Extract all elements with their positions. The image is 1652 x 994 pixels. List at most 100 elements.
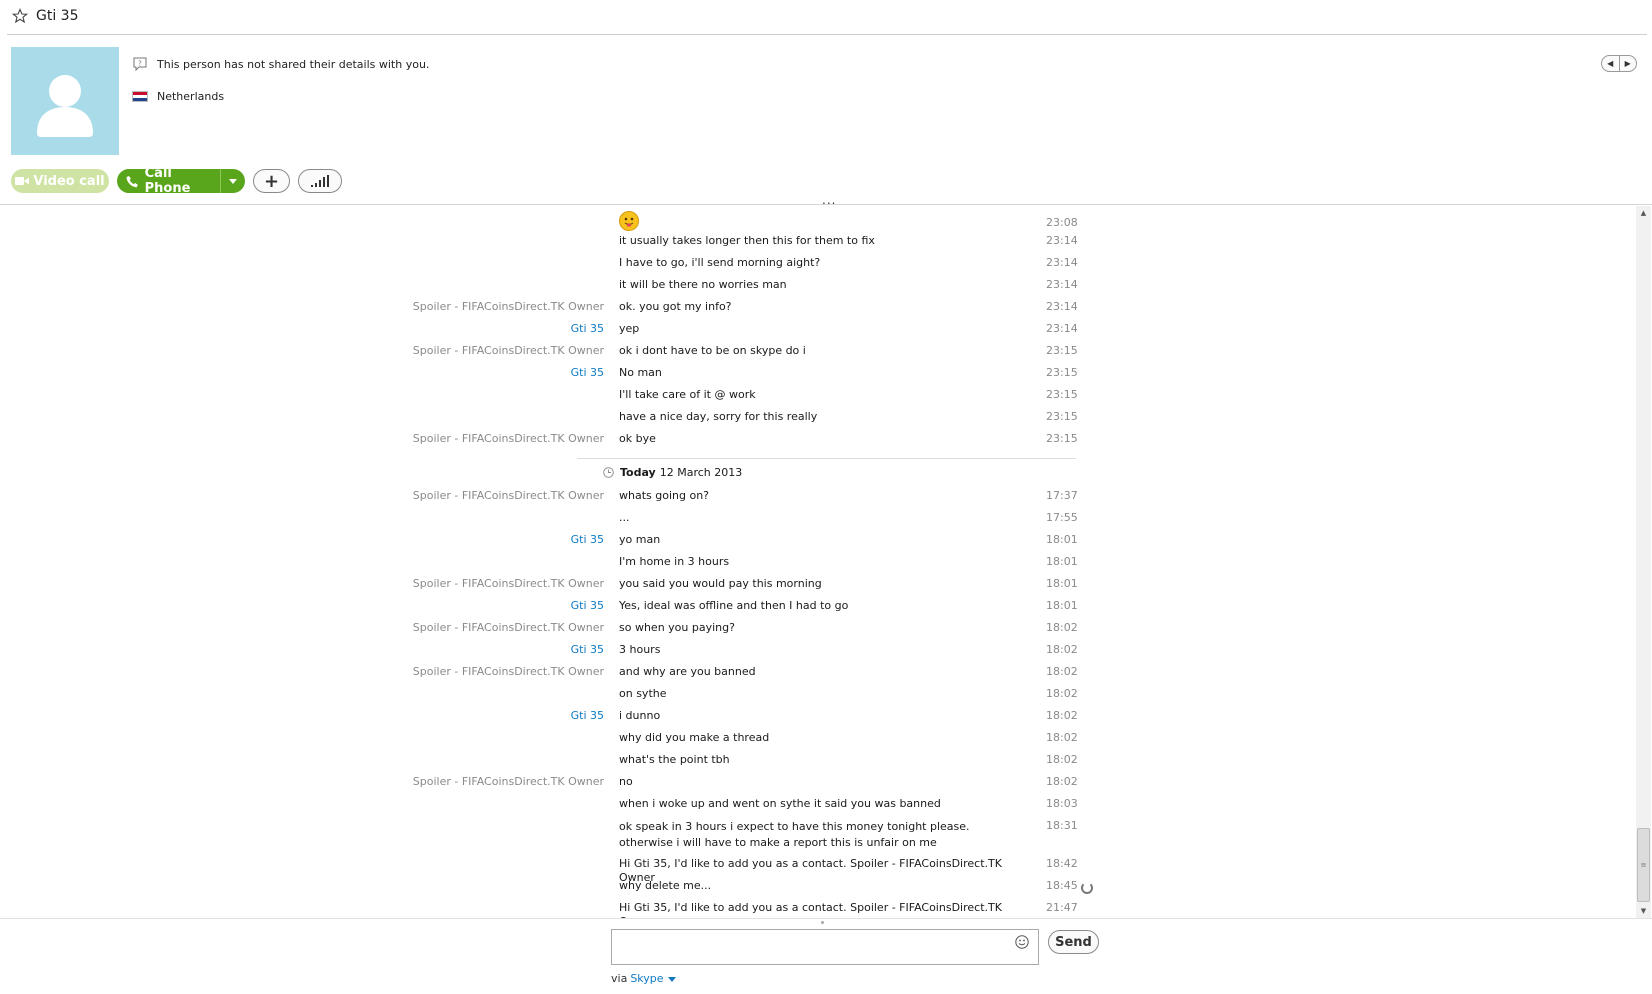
svg-text:?: ? <box>138 60 142 68</box>
via-selector: via Skype <box>611 972 676 985</box>
message-row: Gti 35 No man 23:15 <box>0 366 1100 386</box>
call-phone-main[interactable]: Call Phone <box>117 166 220 196</box>
message-row: what's the point tbh 18:02 <box>0 753 1100 773</box>
message-text: ok bye <box>619 432 656 445</box>
country-text: Netherlands <box>157 89 225 103</box>
message-row: I'm home in 3 hours 18:01 <box>0 555 1100 575</box>
message-text: yep <box>619 322 640 335</box>
message-time: 23:14 <box>1046 234 1078 247</box>
emoticon-picker-icon[interactable] <box>1015 935 1029 949</box>
video-call-label: Video call <box>33 173 105 189</box>
message-sender[interactable]: Spoiler - FIFACoinsDirect.TK Owner <box>304 432 604 446</box>
message-row: ... 17:55 <box>0 511 1100 531</box>
next-arrow-icon[interactable]: ▶ <box>1620 56 1637 71</box>
country-row: Netherlands <box>131 87 224 105</box>
title-divider <box>7 34 1647 35</box>
profile-nav-arrows: ◀ ▶ <box>1601 55 1637 72</box>
message-time: 18:03 <box>1046 797 1078 810</box>
call-phone-label: Call Phone <box>144 166 191 196</box>
message-time: 18:02 <box>1046 665 1078 678</box>
send-button[interactable]: Send <box>1048 930 1099 954</box>
message-time: 23:15 <box>1046 432 1078 445</box>
message-text: No man <box>619 366 662 379</box>
message-time: 18:02 <box>1046 643 1078 656</box>
message-row: Hi Gti 35, I'd like to add you as a cont… <box>0 857 1100 884</box>
message-time: 23:15 <box>1046 366 1078 379</box>
scroll-down-arrow-icon[interactable]: ▼ <box>1636 904 1651 918</box>
video-call-button[interactable]: Video call <box>11 169 109 193</box>
message-row: ok speak in 3 hours i expect to have thi… <box>0 819 1100 855</box>
message-time: 18:02 <box>1046 775 1078 788</box>
via-service-link[interactable]: Skype <box>630 972 663 985</box>
message-row: I have to go, i'll send morning aight? 2… <box>0 256 1100 276</box>
message-row: it usually takes longer then this for th… <box>0 234 1100 254</box>
message-sender[interactable]: Spoiler - FIFACoinsDirect.TK Owner <box>304 577 604 591</box>
message-row: Spoiler - FIFACoinsDirect.TK Owner ok i … <box>0 344 1100 364</box>
avatar[interactable] <box>11 47 119 155</box>
message-sender[interactable]: Gti 35 <box>304 643 604 657</box>
date-separator-day: Today <box>620 465 656 479</box>
message-text: Yes, ideal was offline and then I had to… <box>619 599 849 612</box>
message-time: 18:02 <box>1046 709 1078 722</box>
via-dropdown-icon[interactable] <box>667 976 676 982</box>
message-text: 3 hours <box>619 643 661 656</box>
message-time: 23:14 <box>1046 322 1078 335</box>
message-sender[interactable]: Gti 35 <box>304 709 604 723</box>
message-row: Spoiler - FIFACoinsDirect.TK Owner no 18… <box>0 775 1100 795</box>
message-row: it will be there no worries man 23:14 <box>0 278 1100 298</box>
message-sender[interactable]: Gti 35 <box>304 366 604 380</box>
message-time: 23:08 <box>1046 216 1078 229</box>
call-phone-button[interactable]: Call Phone <box>117 166 245 196</box>
message-text: it usually takes longer then this for th… <box>619 234 875 247</box>
message-text: I have to go, i'll send morning aight? <box>619 256 821 269</box>
message-time: 18:42 <box>1046 857 1078 870</box>
message-text: I'll take care of it @ work <box>619 388 756 401</box>
chat-bottom-divider <box>0 918 1652 919</box>
message-text: why delete me... <box>619 879 712 892</box>
message-input-box[interactable] <box>611 929 1039 965</box>
plus-icon: + <box>263 170 280 192</box>
date-separator: Today 12 March 2013 <box>603 464 742 480</box>
message-sender[interactable]: Gti 35 <box>304 322 604 336</box>
message-sender[interactable]: Spoiler - FIFACoinsDirect.TK Owner <box>304 621 604 635</box>
message-sender[interactable]: Spoiler - FIFACoinsDirect.TK Owner <box>304 489 604 503</box>
message-row: Gti 35 yep 23:14 <box>0 322 1100 342</box>
conversation-title: Gti 35 <box>36 8 79 24</box>
phone-icon <box>126 175 138 187</box>
message-time: 18:01 <box>1046 555 1078 568</box>
message-time: 18:45 <box>1046 879 1078 892</box>
message-sender[interactable]: Spoiler - FIFACoinsDirect.TK Owner <box>304 665 604 679</box>
prev-arrow-icon[interactable]: ◀ <box>1602 56 1620 71</box>
message-time: 23:15 <box>1046 344 1078 357</box>
message-text: i dunno <box>619 709 661 722</box>
message-sender[interactable]: Spoiler - FIFACoinsDirect.TK Owner <box>304 344 604 358</box>
favorite-star-icon[interactable] <box>12 8 28 24</box>
call-quality-button[interactable] <box>298 169 342 193</box>
message-row: Spoiler - FIFACoinsDirect.TK Owner whats… <box>0 489 1100 509</box>
message-text: on sythe <box>619 687 667 700</box>
message-time: 17:37 <box>1046 489 1078 502</box>
message-sender[interactable]: Gti 35 <box>304 599 604 613</box>
scrollbar-thumb[interactable]: ≡ <box>1637 828 1650 902</box>
message-sender[interactable]: Spoiler - FIFACoinsDirect.TK Owner <box>304 775 604 789</box>
message-row: why delete me... 18:45 <box>0 879 1100 899</box>
scroll-up-arrow-icon[interactable]: ▲ <box>1636 206 1651 220</box>
chat-scrollbar[interactable]: ▲ ≡ ▼ <box>1636 206 1651 918</box>
message-row: Spoiler - FIFACoinsDirect.TK Owner so wh… <box>0 621 1100 641</box>
message-time: 18:01 <box>1046 577 1078 590</box>
message-sender[interactable]: Spoiler - FIFACoinsDirect.TK Owner <box>304 300 604 314</box>
message-text: why did you make a thread <box>619 731 770 744</box>
message-time: 21:47 <box>1046 901 1078 914</box>
info-icon: ? <box>131 57 149 71</box>
sending-spinner-icon <box>1081 882 1093 894</box>
composer-resize-handle[interactable] <box>821 921 824 924</box>
message-time: 23:15 <box>1046 388 1078 401</box>
message-input[interactable] <box>616 930 1010 964</box>
message-time: 18:02 <box>1046 621 1078 634</box>
message-text: so when you paying? <box>619 621 735 634</box>
chat-top-divider <box>0 204 1652 205</box>
message-sender[interactable]: Gti 35 <box>304 533 604 547</box>
add-people-button[interactable]: + <box>253 169 290 193</box>
call-phone-dropdown[interactable] <box>221 178 245 184</box>
video-camera-icon <box>15 177 30 185</box>
